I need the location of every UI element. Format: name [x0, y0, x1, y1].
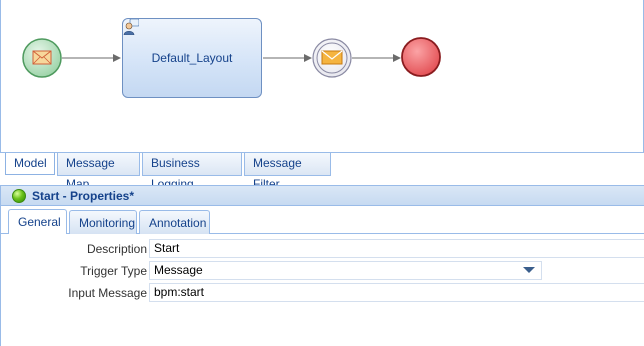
status-green-icon [12, 189, 26, 203]
trigger-type-value: Message [154, 263, 203, 277]
user-task-icon [123, 19, 139, 35]
description-row: Description Start [1, 239, 644, 259]
input-message-field[interactable]: bpm:start [149, 283, 644, 302]
trigger-type-select[interactable]: Message [149, 261, 542, 280]
description-field[interactable]: Start [149, 239, 644, 258]
start-message-event[interactable] [22, 38, 62, 78]
trigger-type-label: Trigger Type [80, 264, 147, 278]
tab-annotation[interactable]: Annotation [139, 210, 210, 234]
user-task-default-layout[interactable]: Default_Layout [122, 18, 262, 98]
envelope-icon [32, 50, 52, 65]
envelope-icon [321, 50, 343, 65]
process-canvas[interactable]: Default_Layout [0, 0, 644, 153]
description-label: Description [86, 242, 147, 256]
model-tab-bar: Model Message Map Business Logging Messa… [0, 153, 644, 191]
input-message-label: Input Message [68, 286, 147, 300]
tab-message-filter[interactable]: Message Filter [244, 153, 331, 191]
properties-tab-bar: General Monitoring Annotation [1, 207, 644, 234]
tab-business-logging[interactable]: Business Logging [142, 153, 242, 191]
trigger-type-row: Trigger Type Message [1, 261, 644, 281]
chevron-down-icon[interactable] [523, 267, 535, 273]
end-event[interactable] [401, 37, 441, 77]
properties-title: Start - Properties* [32, 189, 135, 203]
tab-general[interactable]: General [8, 209, 67, 234]
tab-message-map[interactable]: Message Map [57, 153, 140, 191]
tab-monitoring[interactable]: Monitoring [69, 210, 137, 234]
diagram-svg [22, 37, 441, 78]
properties-panel: Start - Properties* General Monitoring A… [0, 185, 644, 346]
input-message-row: Input Message bpm:start [1, 283, 644, 303]
task-label: Default_Layout [151, 51, 233, 65]
tab-model[interactable]: Model [5, 153, 55, 175]
properties-header: Start - Properties* [1, 185, 644, 206]
intermediate-message-event[interactable] [312, 38, 352, 78]
